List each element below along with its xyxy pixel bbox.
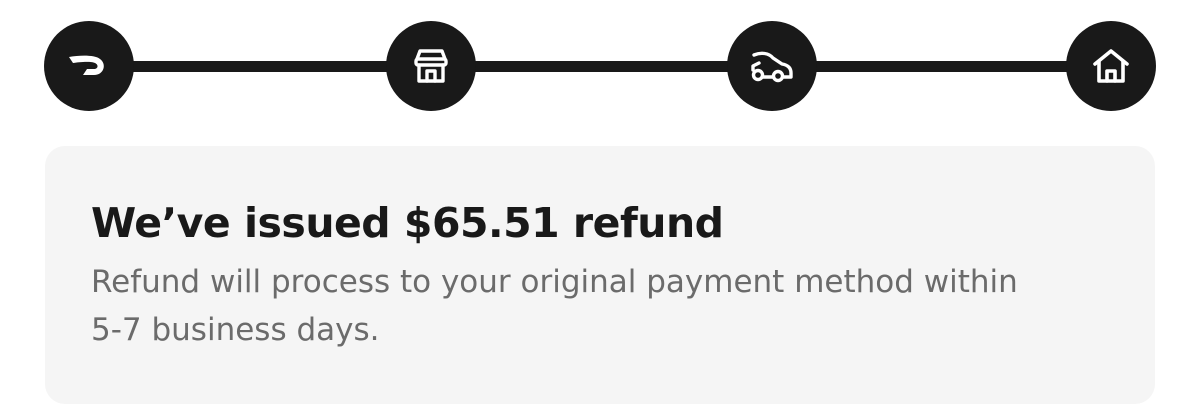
- car-icon: [751, 51, 793, 83]
- doordash-logo-icon: [69, 55, 104, 75]
- progress-track-segment: [430, 61, 770, 72]
- refund-title: We’ve issued $65.51 refund: [91, 199, 724, 247]
- store-icon: [414, 49, 448, 83]
- progress-track-segment: [88, 61, 428, 72]
- order-status-screen: We’ve issued $65.51 refund Refund will p…: [0, 0, 1200, 413]
- refund-info-card: We’ve issued $65.51 refund Refund will p…: [45, 146, 1155, 404]
- progress-track-segment: [770, 61, 1110, 72]
- delivery-progress-tracker: [0, 0, 1200, 140]
- refund-description: Refund will process to your original pay…: [91, 264, 1018, 348]
- home-icon: [1093, 49, 1129, 83]
- step-store: [386, 21, 476, 111]
- step-dasher-assigned: [44, 21, 134, 111]
- step-on-the-way: [727, 21, 817, 111]
- step-delivered-home: [1066, 21, 1156, 111]
